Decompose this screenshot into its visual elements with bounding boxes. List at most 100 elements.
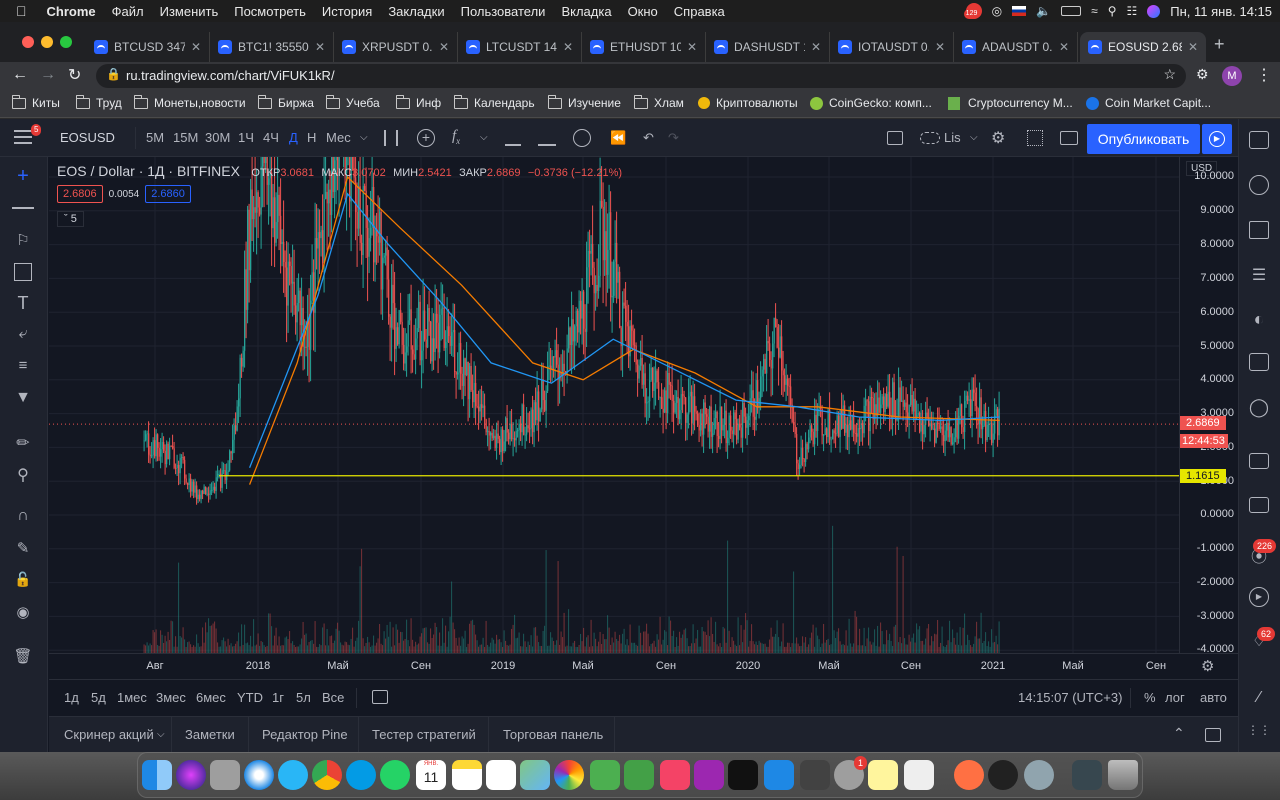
- bookmark-folder[interactable]: Биржа: [257, 94, 314, 110]
- volume-icon[interactable]: 🔈: [1036, 4, 1051, 18]
- bookmark-folder[interactable]: Календарь: [453, 94, 535, 110]
- interval-4h[interactable]: 4Ч: [263, 130, 279, 145]
- close-icon[interactable]: ✕: [439, 40, 449, 54]
- browser-tab-active[interactable]: EOSUSD 2.68 ✕: [1080, 32, 1206, 62]
- menu-view[interactable]: Посмотреть: [226, 4, 314, 19]
- fullscreen-icon[interactable]: [1027, 130, 1043, 146]
- airdrop-icon[interactable]: ◎: [992, 4, 1002, 18]
- browser-tab[interactable]: ADAUSDT 0.2 ✕: [954, 32, 1078, 62]
- finder-icon[interactable]: [142, 760, 172, 790]
- zoom-in-icon[interactable]: ⚲: [12, 465, 34, 487]
- chevron-down-icon[interactable]: ⌵: [480, 132, 488, 143]
- tab-strategy-tester[interactable]: Тестер стратегий: [372, 727, 476, 742]
- magnet-icon[interactable]: ∩: [12, 507, 34, 529]
- menu-users[interactable]: Пользователи: [453, 4, 554, 19]
- menu-bookmarks[interactable]: Закладки: [380, 4, 452, 19]
- hamburger-menu-icon[interactable]: [14, 130, 32, 144]
- auto-scale-toggle[interactable]: авто: [1200, 690, 1227, 705]
- log-scale-toggle[interactable]: лог: [1165, 690, 1185, 705]
- menu-help[interactable]: Справка: [666, 4, 733, 19]
- lock-icon[interactable]: 🔓: [12, 571, 34, 593]
- bookmark-folder[interactable]: Инф: [395, 94, 441, 110]
- facetime-icon[interactable]: [624, 760, 654, 790]
- price-chart[interactable]: [49, 157, 1179, 653]
- range-all[interactable]: Все: [322, 690, 344, 705]
- symbol-search[interactable]: EOSUSD: [60, 130, 115, 145]
- bookmark-star-icon[interactable]: ☆: [1163, 66, 1176, 83]
- crosshair-icon[interactable]: +: [12, 165, 34, 187]
- reminders-icon[interactable]: [486, 760, 516, 790]
- lock-icon[interactable]: 🔒: [106, 67, 121, 81]
- siri-dock-icon[interactable]: [176, 760, 206, 790]
- menu-history[interactable]: История: [314, 4, 380, 19]
- bookmark-link[interactable]: Криптовалюты: [698, 96, 798, 110]
- trash-icon[interactable]: 🗑: [12, 647, 34, 669]
- bookmark-folder[interactable]: Изучение: [547, 94, 621, 110]
- interval-15m[interactable]: 15М: [173, 130, 198, 145]
- data-window-icon[interactable]: ☰: [1247, 265, 1271, 289]
- close-icon[interactable]: ✕: [563, 40, 573, 54]
- redo-icon[interactable]: ↷: [668, 130, 679, 146]
- range-3m[interactable]: 3мес: [156, 690, 186, 705]
- bookmark-link[interactable]: Cryptocurrency M...: [948, 96, 1073, 110]
- layout-name[interactable]: Lis: [944, 130, 961, 145]
- tab-pine-editor[interactable]: Редактор Pine: [262, 727, 348, 742]
- siri-icon[interactable]: [1147, 4, 1161, 18]
- range-6m[interactable]: 6мес: [196, 690, 226, 705]
- chevron-down-icon[interactable]: ⌵: [360, 132, 368, 143]
- screenshot-folder-icon[interactable]: [1072, 760, 1102, 790]
- lock-drawings-edit-icon[interactable]: ✎: [12, 539, 34, 561]
- camera-icon[interactable]: [1060, 131, 1078, 145]
- menu-tab[interactable]: Вкладка: [553, 4, 619, 19]
- trend-line-icon[interactable]: [12, 197, 34, 209]
- compare-icon[interactable]: [538, 130, 556, 146]
- eye-icon[interactable]: ◉: [12, 603, 34, 625]
- obs-icon[interactable]: [988, 760, 1018, 790]
- interval-1w[interactable]: Н: [307, 130, 316, 145]
- close-icon[interactable]: ✕: [191, 40, 201, 54]
- close-icon[interactable]: ✕: [687, 40, 697, 54]
- new-tab-button[interactable]: +: [1214, 34, 1225, 55]
- timezone-clock[interactable]: 14:15:07 (UTC+3): [1018, 690, 1122, 705]
- ideas-lightbulb-icon[interactable]: ◯: [1247, 397, 1271, 421]
- apple-icon[interactable]: : [0, 3, 39, 19]
- telegram-icon[interactable]: [278, 760, 308, 790]
- icons-tool-icon[interactable]: ▼: [12, 389, 34, 411]
- telegram-alt-icon[interactable]: [346, 760, 376, 790]
- candle-type-icon[interactable]: [384, 130, 398, 146]
- range-5d[interactable]: 5д: [91, 690, 106, 705]
- menu-edit[interactable]: Изменить: [152, 4, 227, 19]
- patterns-icon[interactable]: ⤶: [12, 325, 34, 347]
- browser-tab[interactable]: BTC1! 35550 ✕: [210, 32, 334, 62]
- trash-dock-icon[interactable]: [1108, 760, 1138, 790]
- percent-scale-toggle[interactable]: %: [1144, 690, 1156, 705]
- quicktime-icon[interactable]: [1024, 760, 1054, 790]
- tab-trading-panel[interactable]: Торговая панель: [503, 727, 603, 742]
- chevron-up-icon[interactable]: ⌃: [1173, 725, 1185, 742]
- interval-1h[interactable]: 1Ч: [238, 130, 254, 145]
- layout-icon[interactable]: [887, 131, 903, 145]
- menu-window[interactable]: Окно: [620, 4, 666, 19]
- launchpad-icon[interactable]: [210, 760, 240, 790]
- interval-30m[interactable]: 30М: [205, 130, 230, 145]
- whatsapp-icon[interactable]: [380, 760, 410, 790]
- time-axis[interactable]: Авг 2018 Май Сен 2019 Май Сен 2020 Май С…: [49, 653, 1238, 679]
- reload-icon[interactable]: ↻: [68, 65, 81, 85]
- wifi-icon[interactable]: ≈: [1091, 4, 1098, 18]
- close-icon[interactable]: ✕: [1188, 40, 1198, 54]
- chats-icon[interactable]: [1249, 453, 1269, 469]
- window-close-button[interactable]: [22, 36, 34, 48]
- flag-icon[interactable]: [1012, 6, 1027, 16]
- news-icon[interactable]: [1249, 221, 1269, 239]
- replay-icon[interactable]: ⏪: [610, 130, 626, 146]
- cloud-icon[interactable]: [920, 132, 940, 144]
- private-chats-icon[interactable]: [1249, 497, 1269, 513]
- app-store-icon[interactable]: [764, 760, 794, 790]
- browser-tab[interactable]: BTCUSD 347 ✕: [86, 32, 210, 62]
- text-tool-icon[interactable]: T: [12, 293, 34, 315]
- bookmark-link[interactable]: CoinGecko: комп...: [810, 96, 932, 110]
- messages-icon[interactable]: [590, 760, 620, 790]
- alarm-clock-icon[interactable]: [1249, 175, 1269, 195]
- order-panel-icon[interactable]: ∕: [1247, 689, 1271, 713]
- calculator-icon[interactable]: [800, 760, 830, 790]
